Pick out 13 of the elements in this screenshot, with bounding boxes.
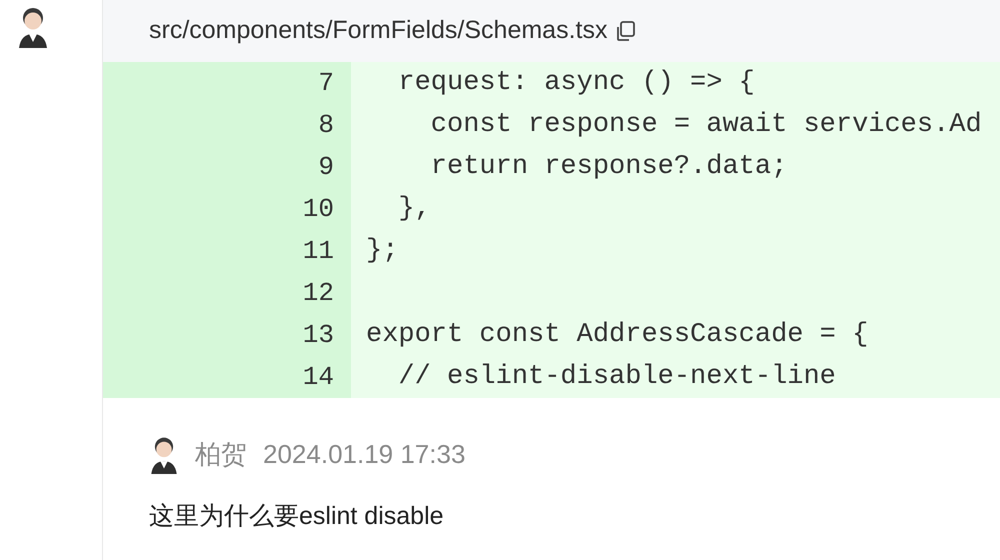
line-number: 7: [103, 62, 351, 104]
line-number: 12: [103, 272, 351, 314]
line-number: 9: [103, 146, 351, 188]
file-path: src/components/FormFields/Schemas.tsx: [149, 15, 608, 46]
copy-icon[interactable]: [615, 20, 638, 42]
line-number: 8: [103, 104, 351, 146]
line-number: 11: [103, 230, 351, 272]
line-number: 14: [103, 356, 351, 398]
comment-time: 2024.01.19 17:33: [263, 438, 466, 470]
comment-text: 这里为什么要eslint disable: [149, 501, 445, 532]
author-name: 柏贺: [195, 438, 247, 470]
line-number: 10: [103, 188, 351, 230]
line-number: 13: [103, 314, 351, 356]
